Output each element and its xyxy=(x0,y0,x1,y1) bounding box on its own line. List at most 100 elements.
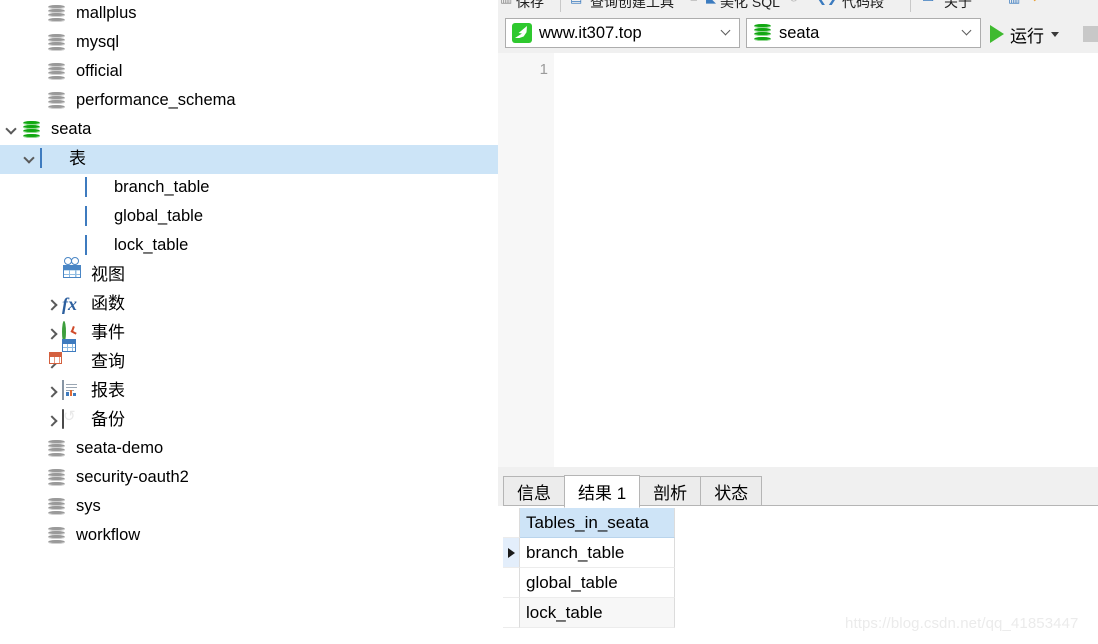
database-cylinder-icon xyxy=(47,62,69,84)
beautify-drop-icon[interactable]: ◣ xyxy=(706,0,716,6)
table-icon xyxy=(85,234,107,258)
line-number: 1 xyxy=(539,61,548,78)
database-active-icon xyxy=(753,23,772,44)
tree-item-official[interactable]: official xyxy=(0,58,498,87)
chevron-right-icon[interactable] xyxy=(42,290,62,319)
tree-item-label: global_table xyxy=(114,207,203,226)
toolbar-separator-2 xyxy=(910,0,911,12)
explain-icon[interactable]: ▭ xyxy=(922,0,934,6)
query-builder-label[interactable]: 查询创建工具 xyxy=(590,0,674,12)
run-button[interactable]: 运行 xyxy=(990,22,1059,46)
tree-item-表[interactable]: 表 xyxy=(0,145,498,174)
export-arrow-icon[interactable]: ➜ xyxy=(1028,0,1039,6)
tree-item-branch_table[interactable]: branch_table xyxy=(0,174,498,203)
database-tree[interactable]: mallplus mysql official performance_schemas… xyxy=(0,0,498,551)
chevron-right-icon[interactable] xyxy=(42,377,62,406)
tree-item-mysql[interactable]: mysql xyxy=(0,29,498,58)
sql-text-area[interactable] xyxy=(554,53,1098,467)
export-icon[interactable]: ▥ xyxy=(1008,0,1020,6)
tree-item-label: performance_schema xyxy=(76,91,236,110)
grid-row-indicator[interactable] xyxy=(503,538,520,568)
chevron-down-icon[interactable] xyxy=(20,145,40,174)
save-label[interactable]: 保存 xyxy=(516,0,544,12)
tree-item-函数[interactable]: fx 函数 xyxy=(0,290,498,319)
chevron-down-icon[interactable] xyxy=(954,27,980,39)
tree-item-label: seata-demo xyxy=(76,439,164,458)
toolbar-separator-1 xyxy=(560,0,561,12)
tree-item-security-oauth2[interactable]: security-oauth2 xyxy=(0,464,498,493)
tree-item-label: mysql xyxy=(76,33,120,52)
tab-item-0[interactable]: 信息 xyxy=(503,476,565,507)
query-editor-panel: ▥ 保存 ▤ 查询创建工具 ≡ ◣ 美化 SQL ◌ ❮❯ 代码段 ▭ 关于 ▥… xyxy=(498,0,1098,644)
tab-label: 状态 xyxy=(714,484,749,503)
tree-item-seata[interactable]: seata xyxy=(0,116,498,145)
results-tabs[interactable]: 信息 结果 1 剖析 状态 xyxy=(503,475,763,508)
sql-editor[interactable]: 1 xyxy=(498,53,1098,467)
code-snippet-icon[interactable]: ❮❯ xyxy=(816,0,838,6)
grid-cell[interactable]: lock_table xyxy=(520,598,675,628)
save-icon[interactable]: ▥ xyxy=(500,0,512,6)
object-tree-sidebar[interactable]: mallplus mysql official performance_schemas… xyxy=(0,0,498,644)
table-icon xyxy=(85,205,107,229)
explain-label[interactable]: 关于 xyxy=(944,0,972,12)
watermark: https://blog.csdn.net/qq_41853447 xyxy=(845,615,1079,632)
results-tabbar[interactable]: 信息 结果 1 剖析 状态 xyxy=(498,467,1098,508)
database-cylinder-icon xyxy=(47,497,69,519)
tree-item-label: branch_table xyxy=(114,178,210,197)
tab-item-2[interactable]: 剖析 xyxy=(639,476,702,507)
tab-item-3[interactable]: 状态 xyxy=(700,476,763,507)
database-cylinder-icon xyxy=(47,91,69,113)
grid-row-indicator[interactable] xyxy=(503,598,520,628)
grid-row-indicator[interactable] xyxy=(503,568,520,598)
grid-row[interactable]: branch_table xyxy=(503,538,675,568)
line-number-gutter: 1 xyxy=(498,53,554,467)
tab-label: 信息 xyxy=(517,484,551,503)
snippet-icon[interactable]: ◌ xyxy=(790,0,798,5)
tree-item-performance_schema[interactable]: performance_schema xyxy=(0,87,498,116)
run-label: 运行 xyxy=(1010,26,1044,46)
tree-item-查询[interactable]: 查询 xyxy=(0,338,498,377)
stop-button[interactable] xyxy=(1083,26,1098,42)
beautify-sql-icon[interactable]: ≡ xyxy=(690,0,698,5)
tree-item-seata-demo[interactable]: seata-demo xyxy=(0,435,498,464)
database-cylinder-icon xyxy=(47,33,69,55)
caret-down-icon[interactable] xyxy=(1051,31,1059,37)
query-toolbar-clipped[interactable]: ▥ 保存 ▤ 查询创建工具 ≡ ◣ 美化 SQL ◌ ❮❯ 代码段 ▭ 关于 ▥… xyxy=(498,0,1098,13)
grid-header-row: Tables_in_seata xyxy=(503,508,675,538)
connection-select[interactable]: www.it307.top xyxy=(505,18,740,48)
tree-item-label: 事件 xyxy=(91,323,125,342)
current-row-caret-icon xyxy=(507,547,515,558)
chevron-down-icon[interactable] xyxy=(2,116,22,145)
tree-item-label: lock_table xyxy=(114,236,189,255)
tree-item-mallplus[interactable]: mallplus xyxy=(0,0,498,29)
grid-column-header[interactable]: Tables_in_seata xyxy=(520,508,675,538)
tree-item-报表[interactable]: 报表 xyxy=(0,377,498,406)
tree-item-label: 函数 xyxy=(91,294,125,313)
queries-icon xyxy=(49,338,84,374)
chevron-right-icon[interactable] xyxy=(42,406,62,435)
grid-row[interactable]: global_table xyxy=(503,568,675,598)
grid-cell[interactable]: global_table xyxy=(520,568,675,598)
tree-item-workflow[interactable]: workflow xyxy=(0,522,498,551)
tree-item-global_table[interactable]: global_table xyxy=(0,203,498,232)
tree-item-备份[interactable]: 备份 xyxy=(0,406,498,435)
tree-item-视图[interactable]: 视图 xyxy=(0,256,498,290)
query-builder-icon[interactable]: ▤ xyxy=(570,0,582,6)
database-active-icon xyxy=(22,120,44,142)
tree-item-label: sys xyxy=(76,497,101,516)
grid-row[interactable]: lock_table xyxy=(503,598,675,628)
chevron-right-icon[interactable] xyxy=(42,319,62,348)
database-select[interactable]: seata xyxy=(746,18,981,48)
tree-item-label: official xyxy=(76,62,123,81)
table-icon xyxy=(85,176,107,200)
chevron-down-icon[interactable] xyxy=(713,27,739,39)
grid-cell[interactable]: branch_table xyxy=(520,538,675,568)
database-cylinder-icon xyxy=(47,4,69,26)
tree-item-sys[interactable]: sys xyxy=(0,493,498,522)
connection-value: www.it307.top xyxy=(539,23,642,42)
code-snippet-label[interactable]: 代码段 xyxy=(842,0,884,12)
tab-result-active[interactable]: 结果 1 xyxy=(564,475,641,508)
beautify-sql-label[interactable]: 美化 SQL xyxy=(720,0,780,12)
